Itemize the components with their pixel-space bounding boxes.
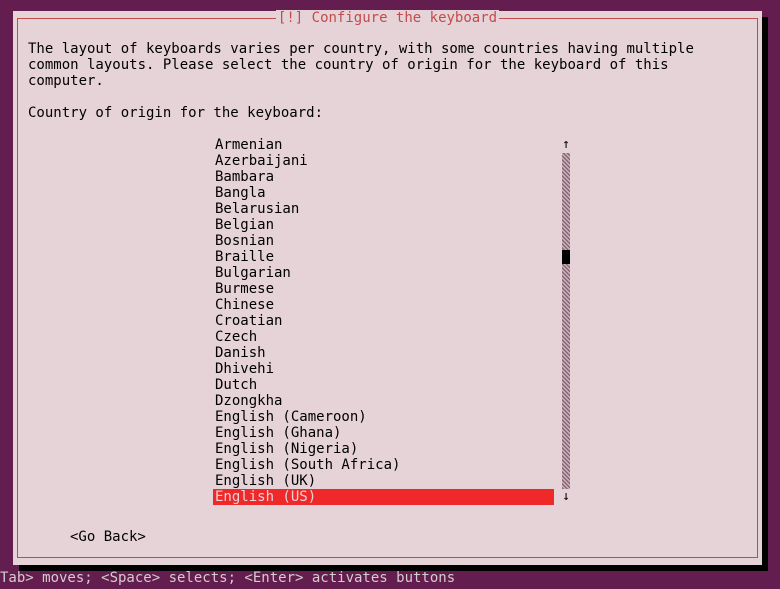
footer-hint: Tab> moves; <Space> selects; <Enter> act… (0, 570, 455, 586)
list-item[interactable]: Azerbaijani (213, 153, 554, 169)
list-item[interactable]: Bosnian (213, 233, 554, 249)
dialog-title: [!] Configure the keyboard (276, 10, 499, 26)
list-item[interactable]: Danish (213, 345, 554, 361)
list-item[interactable]: English (Ghana) (213, 425, 554, 441)
title-wrap: [!] Configure the keyboard (18, 10, 757, 26)
description-text: The layout of keyboards varies per count… (28, 41, 747, 89)
scrollbar-track[interactable] (562, 153, 570, 489)
list-item[interactable]: Burmese (213, 281, 554, 297)
list-item[interactable]: English (Cameroon) (213, 409, 554, 425)
list-item[interactable]: Dhivehi (213, 361, 554, 377)
list-item[interactable]: Bulgarian (213, 265, 554, 281)
list-item[interactable]: Croatian (213, 313, 554, 329)
list-item[interactable]: English (UK) (213, 473, 554, 489)
go-back-button[interactable]: <Go Back> (70, 529, 146, 545)
scroll-down-icon[interactable]: ↓ (561, 489, 571, 505)
list-item[interactable]: Dutch (213, 377, 554, 393)
list-item[interactable]: Dzongkha (213, 393, 554, 409)
scrollbar-thumb[interactable] (562, 250, 570, 264)
list-item[interactable]: English (South Africa) (213, 457, 554, 473)
list-item[interactable]: Bambara (213, 169, 554, 185)
list-item[interactable]: Bangla (213, 185, 554, 201)
prompt-text: Country of origin for the keyboard: (28, 105, 747, 121)
list-item[interactable]: Armenian (213, 137, 554, 153)
dialog-content: The layout of keyboards varies per count… (28, 41, 747, 549)
scrollbar[interactable]: ↑ ↓ (561, 137, 571, 505)
country-list[interactable]: ArmenianAzerbaijaniBambaraBanglaBelarusi… (213, 137, 554, 505)
list-item[interactable]: English (US) (213, 489, 554, 505)
list-item[interactable]: Belgian (213, 217, 554, 233)
list-item[interactable]: English (Nigeria) (213, 441, 554, 457)
scroll-up-icon[interactable]: ↑ (561, 137, 571, 153)
list-item[interactable]: Czech (213, 329, 554, 345)
country-list-area: ArmenianAzerbaijaniBambaraBanglaBelarusi… (28, 137, 747, 505)
list-item[interactable]: Chinese (213, 297, 554, 313)
list-item[interactable]: Belarusian (213, 201, 554, 217)
panel-border: [!] Configure the keyboard The layout of… (17, 18, 758, 558)
list-item[interactable]: Braille (213, 249, 554, 265)
dialog-panel: [!] Configure the keyboard The layout of… (13, 11, 762, 565)
